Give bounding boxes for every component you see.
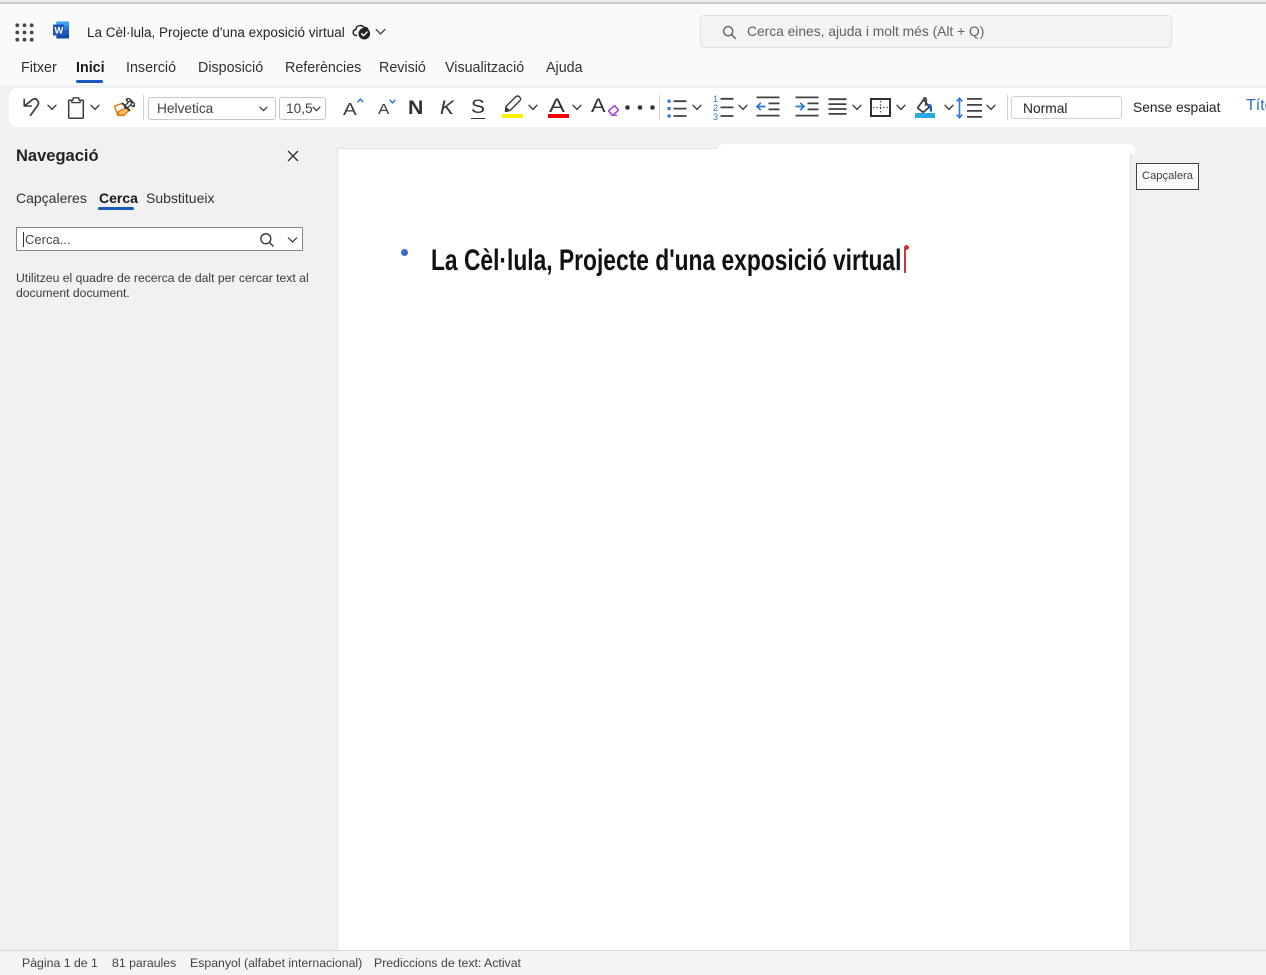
svg-text:W: W	[54, 26, 63, 37]
svg-text:3: 3	[713, 112, 718, 120]
